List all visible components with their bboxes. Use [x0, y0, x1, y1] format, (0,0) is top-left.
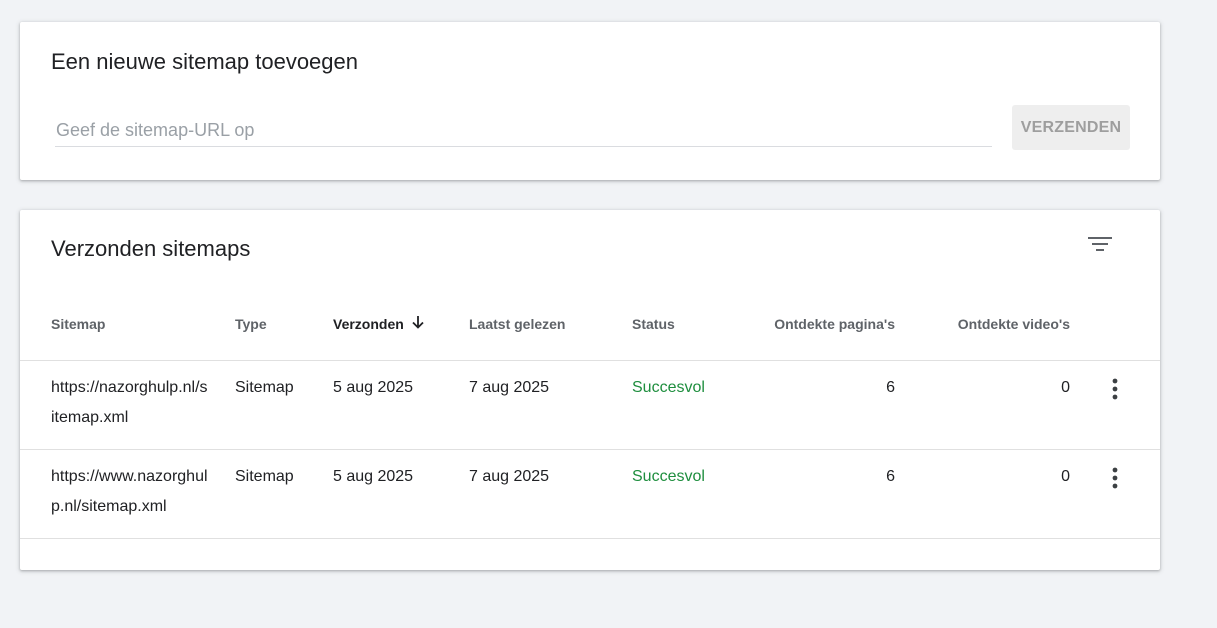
- column-header-discovered-videos[interactable]: Ontdekte video's: [930, 316, 1070, 332]
- row-type: Sitemap: [235, 468, 294, 485]
- row-discovered-videos: 0: [1061, 468, 1070, 485]
- row-discovered-pages: 6: [886, 468, 895, 485]
- add-sitemap-card: Een nieuwe sitemap toevoegen VERZENDEN: [20, 22, 1160, 180]
- column-header-submitted[interactable]: Verzonden: [333, 316, 426, 333]
- column-header-last-read[interactable]: Laatst gelezen: [469, 316, 565, 332]
- row-submitted-date: 5 aug 2025: [333, 379, 414, 396]
- row-last-read-date: 7 aug 2025: [469, 468, 550, 485]
- row-submitted-date: 5 aug 2025: [333, 468, 414, 485]
- table-row[interactable]: https://nazorghulp.nl/sitemap.xml Sitema…: [20, 360, 1160, 450]
- add-sitemap-title: Een nieuwe sitemap toevoegen: [51, 49, 358, 74]
- row-last-read-date: 7 aug 2025: [469, 379, 550, 396]
- filter-icon: [1084, 230, 1116, 262]
- row-status: Succesvol: [632, 379, 705, 396]
- column-header-status[interactable]: Status: [632, 316, 675, 332]
- more-vert-icon: [1103, 378, 1127, 400]
- column-header-sitemap[interactable]: Sitemap: [51, 316, 105, 332]
- row-discovered-videos: 0: [1061, 379, 1070, 396]
- row-status: Succesvol: [632, 468, 705, 485]
- row-discovered-pages: 6: [886, 379, 895, 396]
- row-more-button[interactable]: [1103, 464, 1127, 492]
- filter-button[interactable]: [1084, 230, 1116, 262]
- row-type: Sitemap: [235, 379, 294, 396]
- row-more-button[interactable]: [1103, 375, 1127, 403]
- submitted-sitemaps-card: Verzonden sitemaps Sitemap Type Verzonde…: [20, 210, 1160, 570]
- table-row[interactable]: https://www.nazorghulp.nl/sitemap.xml Si…: [20, 449, 1160, 539]
- submit-sitemap-button[interactable]: VERZENDEN: [1012, 105, 1130, 150]
- arrow-down-icon: [410, 314, 426, 333]
- column-header-submitted-label: Verzonden: [333, 316, 404, 332]
- row-sitemap-url: https://nazorghulp.nl/sitemap.xml: [51, 379, 208, 426]
- more-vert-icon: [1103, 467, 1127, 489]
- column-header-type[interactable]: Type: [235, 316, 267, 332]
- row-sitemap-url: https://www.nazorghulp.nl/sitemap.xml: [51, 468, 208, 515]
- column-header-discovered-pages[interactable]: Ontdekte pagina's: [755, 316, 895, 332]
- sitemap-url-input[interactable]: [55, 114, 992, 147]
- submitted-sitemaps-title: Verzonden sitemaps: [51, 236, 251, 261]
